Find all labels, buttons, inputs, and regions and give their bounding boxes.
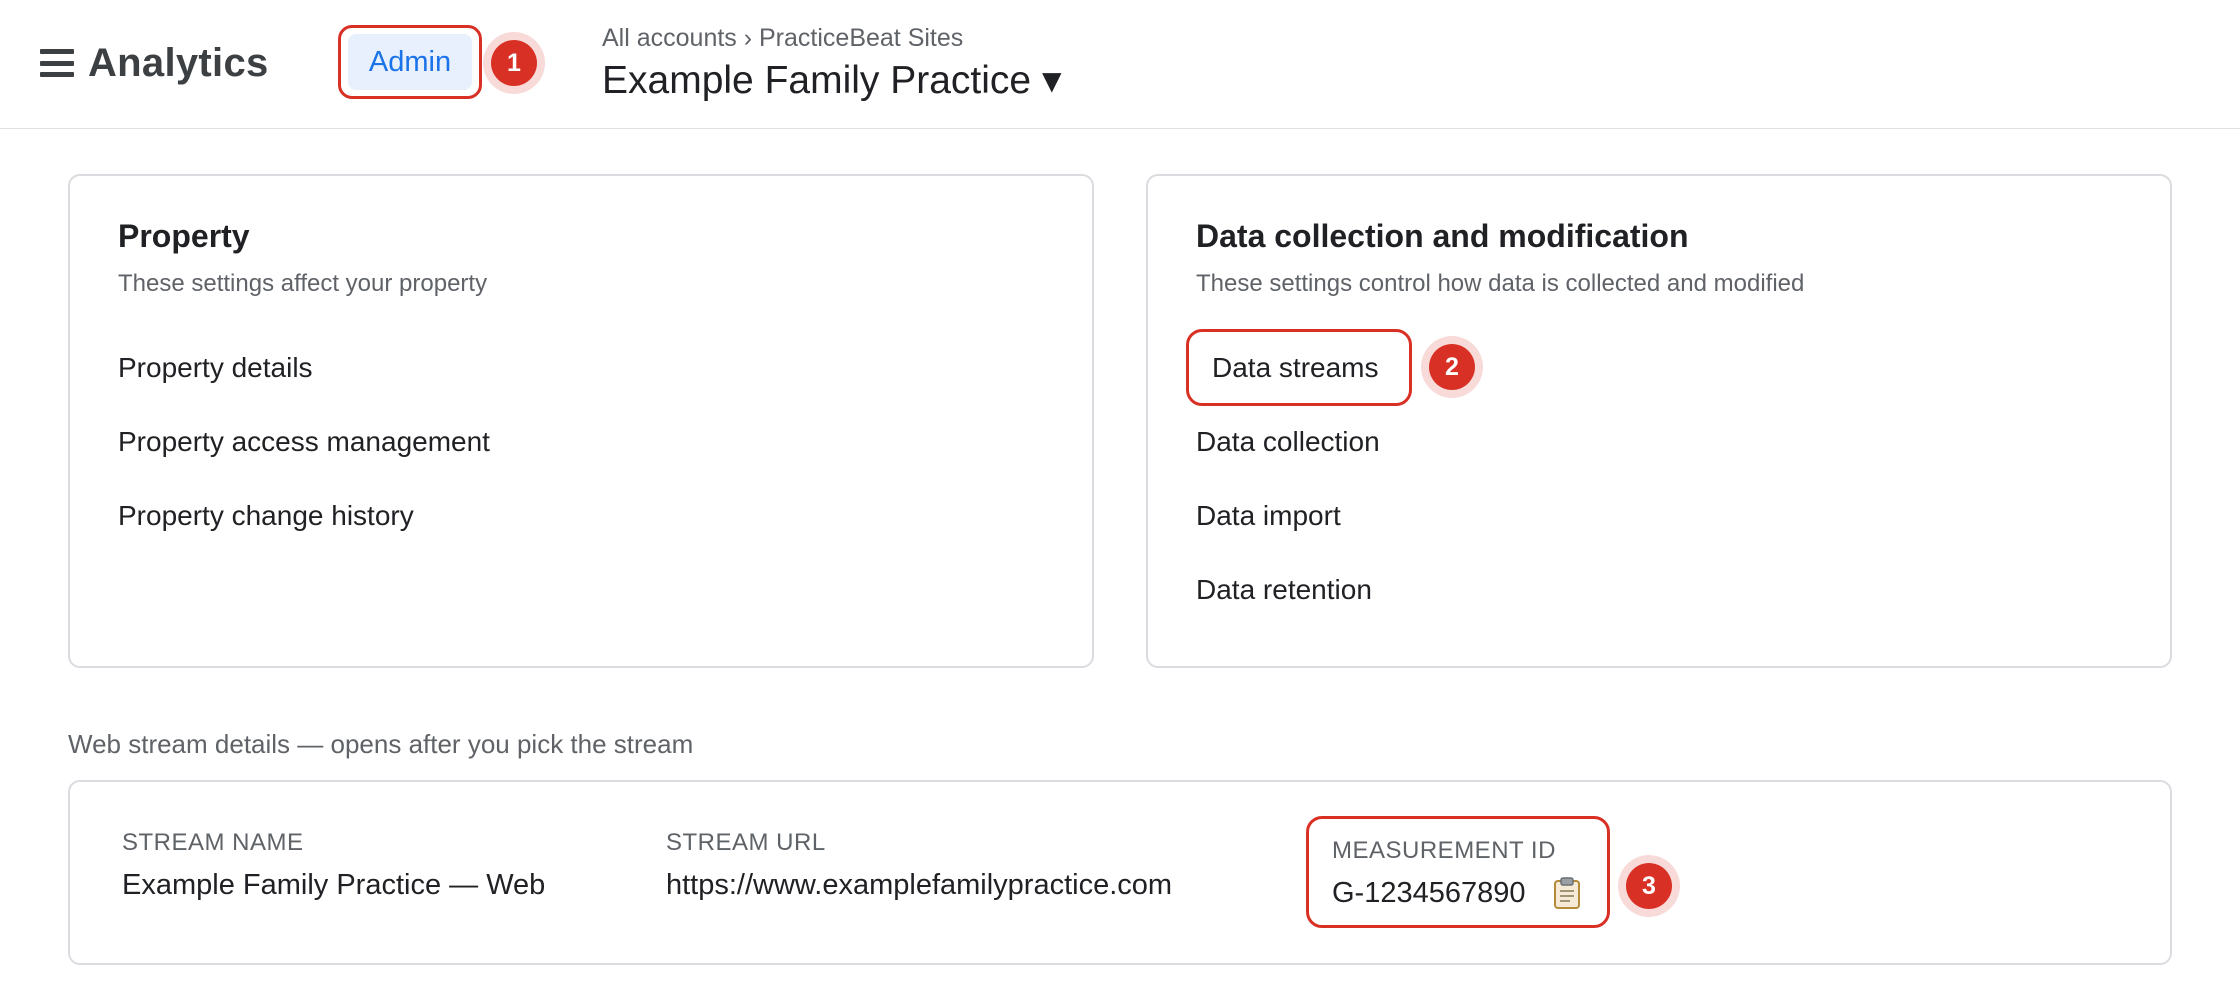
measurement-id-label: MEASUREMENT ID	[1332, 837, 1556, 864]
property-access-management-link[interactable]: Property access management	[118, 426, 490, 458]
step-badge-1: 1	[491, 40, 537, 86]
stream-name-value: Example Family Practice — Web	[122, 869, 546, 901]
measurement-id-highlight	[1306, 816, 1610, 928]
app-title: Analytics	[88, 40, 269, 85]
clipboard-icon[interactable]	[1552, 876, 1582, 910]
property-selector[interactable]: Example Family Practice ▾	[602, 58, 1062, 103]
top-header: Analytics Admin 1 All accounts › Practic…	[0, 0, 2240, 129]
data-collection-link[interactable]: Data collection	[1196, 426, 1380, 458]
stream-name-label: STREAM NAME	[122, 829, 304, 856]
breadcrumb[interactable]: All accounts › PracticeBeat Sites	[602, 24, 963, 53]
data-streams-link[interactable]: Data streams	[1212, 352, 1379, 384]
stream-url-label: STREAM URL	[666, 829, 826, 856]
stream-section-label: Web stream details — opens after you pic…	[68, 729, 694, 759]
property-card-subtitle: These settings affect your property	[118, 270, 488, 297]
step-badge-3: 3	[1626, 863, 1672, 909]
data-import-link[interactable]: Data import	[1196, 500, 1341, 532]
data-card-subtitle: These settings control how data is colle…	[1196, 270, 1805, 297]
property-card-title: Property	[118, 218, 250, 254]
data-retention-link[interactable]: Data retention	[1196, 574, 1372, 606]
property-details-link[interactable]: Property details	[118, 352, 313, 384]
admin-highlight: Admin	[338, 25, 482, 99]
menu-icon[interactable]	[40, 49, 74, 77]
admin-button[interactable]: Admin	[348, 34, 472, 90]
step-badge-2: 2	[1429, 344, 1475, 390]
brand: Analytics	[40, 37, 269, 89]
stream-url-value[interactable]: https://www.examplefamilypractice.com	[666, 869, 1172, 902]
data-card-title: Data collection and modification	[1196, 218, 1689, 254]
measurement-id-value[interactable]: G-1234567890	[1332, 877, 1526, 910]
property-change-history-link[interactable]: Property change history	[118, 500, 414, 532]
